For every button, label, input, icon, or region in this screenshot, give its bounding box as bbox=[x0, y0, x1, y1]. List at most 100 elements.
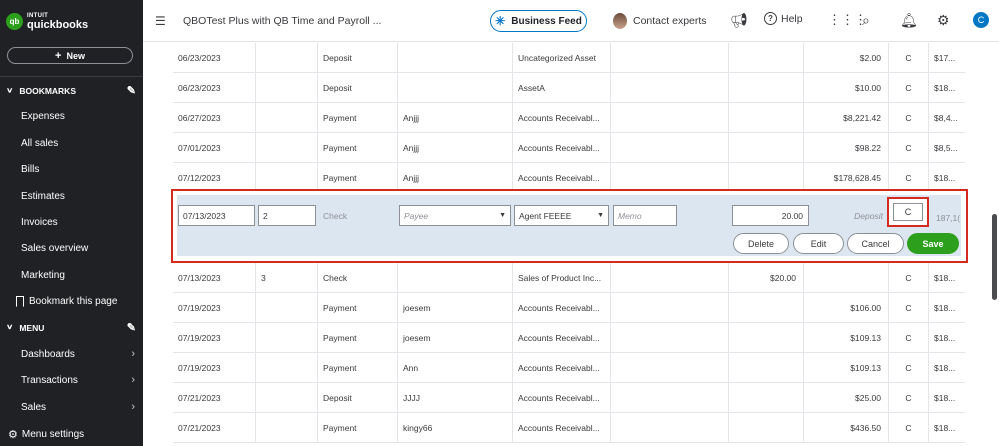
cell-rec: C bbox=[888, 133, 928, 162]
cell-num bbox=[255, 413, 317, 442]
edit-button[interactable]: Edit bbox=[793, 233, 844, 254]
cancel-button[interactable]: Cancel bbox=[847, 233, 904, 254]
delete-button[interactable]: Delete bbox=[733, 233, 789, 254]
collapse-menu-icon[interactable]: ☰ bbox=[155, 14, 166, 28]
cell-num bbox=[255, 43, 317, 72]
cell-date: 07/12/2023 bbox=[178, 172, 221, 183]
new-button[interactable]: + New bbox=[7, 47, 133, 64]
reconcile-status-toggle[interactable]: C bbox=[893, 203, 923, 221]
table-row[interactable]: 07/19/2023 Payment joesem Accounts Receivab… bbox=[173, 323, 965, 353]
pencil-edit-icon[interactable]: ✎ bbox=[127, 321, 136, 334]
cell-memo bbox=[610, 413, 728, 442]
payee-select[interactable]: Payee ▼ bbox=[399, 205, 511, 226]
gear-icon[interactable]: ⚙ bbox=[937, 12, 950, 29]
megaphone-icon[interactable]: 📢︎ bbox=[730, 12, 748, 29]
cell-memo bbox=[610, 263, 728, 292]
pencil-edit-icon[interactable]: ✎ bbox=[127, 84, 136, 97]
cell-num bbox=[255, 73, 317, 102]
cell-date: 07/19/2023 bbox=[178, 362, 221, 373]
bookmark-this-page-button[interactable]: Bookmark this page bbox=[16, 296, 134, 307]
save-button[interactable]: Save bbox=[907, 233, 959, 254]
cell-memo bbox=[610, 293, 728, 322]
table-row[interactable]: 07/13/2023 3 Check Sales of Product Inc... $… bbox=[173, 263, 965, 293]
cell-type: Payment bbox=[317, 353, 397, 382]
cell-type: Payment bbox=[317, 163, 397, 192]
menu-settings-button[interactable]: ⚙ Menu settings bbox=[8, 428, 126, 441]
cell-payment bbox=[728, 383, 803, 412]
cell-rec: C bbox=[888, 73, 928, 102]
business-feed-button[interactable]: ✳ Business Feed bbox=[490, 10, 587, 32]
cell-payment bbox=[728, 163, 803, 192]
cell-payee: JJJJ bbox=[397, 383, 512, 412]
register-rows-top: 06/23/2023 Deposit Uncategorized Asset $2.0… bbox=[173, 43, 965, 193]
cell-deposit: $98.22 bbox=[803, 133, 888, 162]
cell-account: Accounts Receivabl... bbox=[512, 103, 610, 132]
ref-number-input[interactable]: 2 bbox=[258, 205, 316, 226]
sidebar-item-marketing[interactable]: Marketing bbox=[21, 270, 139, 281]
cell-balance: $8,4... bbox=[928, 103, 965, 132]
table-row[interactable]: 07/19/2023 Payment Ann Accounts Receivabl..… bbox=[173, 353, 965, 383]
cell-balance: $18... bbox=[928, 163, 965, 192]
cell-type: Check bbox=[317, 263, 397, 292]
user-avatar[interactable]: C bbox=[973, 12, 989, 28]
scrollbar-thumb[interactable] bbox=[992, 214, 997, 300]
help-button[interactable]: ? Help bbox=[764, 12, 803, 25]
table-row[interactable]: 07/21/2023 Deposit JJJJ Accounts Receivabl.… bbox=[173, 383, 965, 413]
sidebar-item-invoices[interactable]: Invoices bbox=[21, 217, 139, 228]
search-icon[interactable]: ⌕ bbox=[862, 12, 870, 29]
table-row[interactable]: 06/23/2023 Deposit Uncategorized Asset $2.0… bbox=[173, 43, 965, 73]
cell-rec: C bbox=[888, 323, 928, 352]
sidebar-item-sales-overview[interactable]: Sales overview bbox=[21, 243, 139, 254]
cell-account: Accounts Receivabl... bbox=[512, 133, 610, 162]
sidebar-item-transactions[interactable]: Transactions › bbox=[21, 374, 139, 386]
chevron-right-icon: › bbox=[131, 374, 135, 386]
table-row[interactable]: 06/23/2023 Deposit AssetA $10.00 C $18... bbox=[173, 73, 965, 103]
bookmarks-section-header[interactable]: ∨ BOOKMARKS ✎ bbox=[6, 84, 136, 97]
qb-logo-icon: qb bbox=[6, 12, 23, 30]
cell-rec: C bbox=[888, 263, 928, 292]
sidebar-item-bills[interactable]: Bills bbox=[21, 164, 139, 175]
chevron-right-icon: › bbox=[131, 401, 135, 413]
cell-num bbox=[255, 133, 317, 162]
cell-account: Accounts Receivabl... bbox=[512, 323, 610, 352]
cell-type: Deposit bbox=[317, 73, 397, 102]
chevron-down-icon: ∨ bbox=[6, 86, 14, 95]
cell-balance: $18... bbox=[928, 413, 965, 442]
cell-deposit: $10.00 bbox=[803, 73, 888, 102]
sidebar-item-label: Sales bbox=[21, 402, 47, 413]
left-nav-sidebar: qb INTUIT quickbooks + New ∨ BOOKMARKS ✎… bbox=[0, 0, 143, 446]
memo-input[interactable]: Memo bbox=[613, 205, 677, 226]
sidebar-item-expenses[interactable]: Expenses bbox=[21, 111, 139, 122]
cell-date: 07/01/2023 bbox=[178, 142, 221, 153]
sidebar-item-label: Transactions bbox=[21, 375, 78, 386]
gear-icon: ⚙ bbox=[8, 429, 18, 441]
cell-rec: C bbox=[888, 293, 928, 322]
contact-experts-button[interactable]: Contact experts bbox=[613, 13, 707, 29]
sidebar-item-estimates[interactable]: Estimates bbox=[21, 191, 139, 202]
bell-icon[interactable]: 🔔︎ bbox=[900, 12, 918, 29]
cell-memo bbox=[610, 73, 728, 102]
cell-account: Accounts Receivabl... bbox=[512, 163, 610, 192]
sidebar-item-dashboards[interactable]: Dashboards › bbox=[21, 348, 139, 360]
date-input[interactable]: 07/13/2023 bbox=[178, 205, 255, 226]
sidebar-item-sales[interactable]: Sales › bbox=[21, 401, 139, 413]
table-row[interactable]: 07/21/2023 Payment kingy66 Accounts Receiva… bbox=[173, 413, 965, 443]
payment-input[interactable]: 20.00 bbox=[732, 205, 809, 226]
sidebar-item-all-sales[interactable]: All sales bbox=[21, 138, 139, 149]
bookmark-icon bbox=[16, 296, 24, 307]
logo-quickbooks-text: quickbooks bbox=[27, 19, 89, 31]
menu-section-header[interactable]: ∨ MENU ✎ bbox=[6, 321, 136, 334]
cell-account: Accounts Receivabl... bbox=[512, 383, 610, 412]
balance-value: 187,1( bbox=[936, 213, 961, 223]
table-row[interactable]: 07/01/2023 Payment Anjjj Accounts Receivabl… bbox=[173, 133, 965, 163]
cell-payee: Anjjj bbox=[397, 133, 512, 162]
account-select[interactable]: Agent FEEEE ▼ bbox=[514, 205, 609, 226]
cell-memo bbox=[610, 383, 728, 412]
plus-icon: + bbox=[55, 49, 62, 62]
cell-balance: $8,5... bbox=[928, 133, 965, 162]
cell-deposit: $8,221.42 bbox=[803, 103, 888, 132]
table-row[interactable]: 06/27/2023 Payment Anjjj Accounts Receivabl… bbox=[173, 103, 965, 133]
table-row[interactable]: 07/19/2023 Payment joesem Accounts Receivab… bbox=[173, 293, 965, 323]
quickbooks-logo[interactable]: qb INTUIT quickbooks bbox=[6, 12, 89, 31]
register-rows-bottom: 07/13/2023 3 Check Sales of Product Inc... $… bbox=[173, 263, 965, 443]
